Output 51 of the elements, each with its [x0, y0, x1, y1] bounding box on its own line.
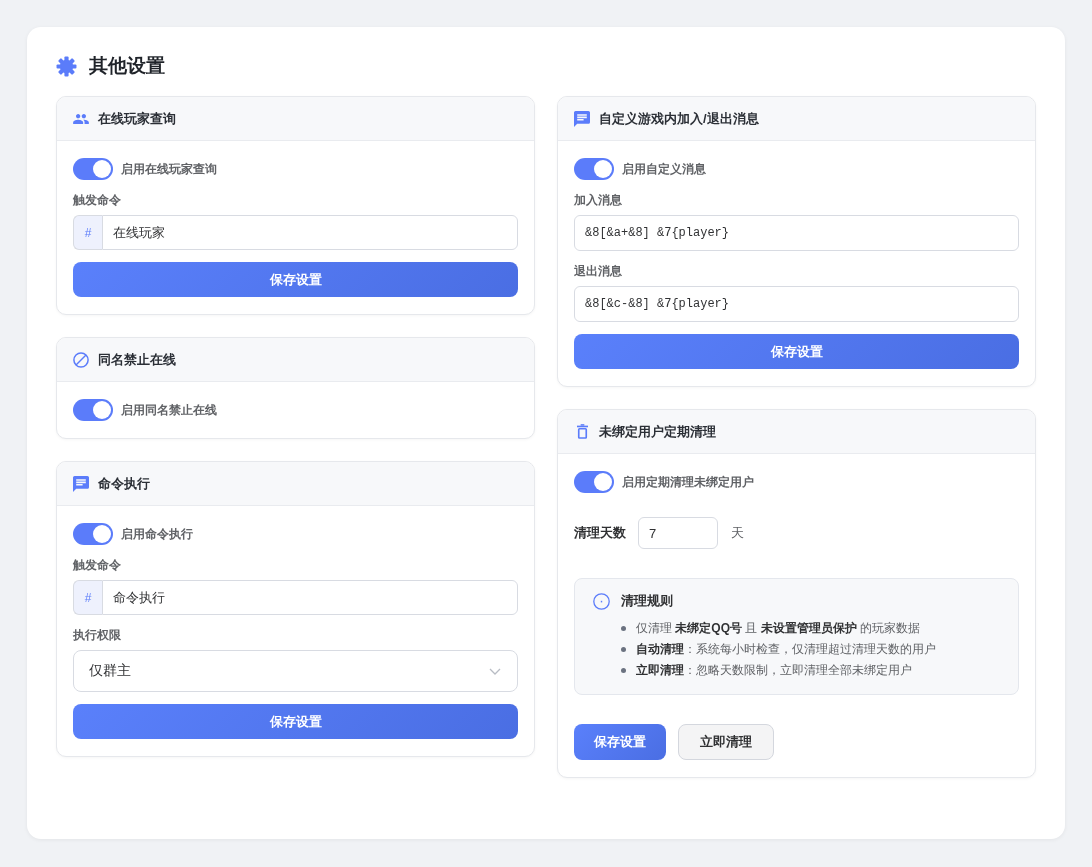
page-title: 其他设置	[89, 54, 165, 78]
panel-title: 在线玩家查询	[98, 109, 176, 128]
save-button[interactable]: 保存设置	[73, 704, 518, 739]
prefix-addon: #	[73, 215, 102, 250]
unit-label: 天	[731, 524, 744, 542]
panel-title: 命令执行	[98, 474, 150, 493]
message-icon	[73, 475, 89, 492]
days-input[interactable]: 7	[638, 517, 718, 549]
bullet-icon	[621, 668, 626, 673]
command-input[interactable]: 命令执行	[102, 580, 518, 615]
field-label: 加入消息	[574, 192, 622, 209]
ban-icon	[73, 351, 89, 368]
gear-icon	[56, 55, 77, 77]
toggle-label: 启用同名禁止在线	[121, 401, 217, 419]
panel-title: 未绑定用户定期清理	[599, 422, 716, 441]
info-icon	[593, 592, 610, 610]
panel-title: 同名禁止在线	[98, 350, 176, 369]
field-label: 执行权限	[73, 627, 121, 644]
people-icon	[73, 113, 89, 124]
field-label: 触发命令	[73, 192, 121, 209]
clear-button[interactable]: 立即清理	[678, 724, 774, 760]
message-icon	[574, 110, 590, 127]
bullet-icon	[621, 647, 626, 652]
toggle-label: 启用自定义消息	[622, 160, 706, 178]
bullet-icon	[621, 626, 626, 631]
save-button[interactable]: 保存设置	[574, 724, 666, 760]
prefix-addon: #	[73, 580, 102, 615]
toggle-label: 启用在线玩家查询	[121, 160, 217, 178]
info-title: 清理规则	[621, 592, 673, 610]
field-label: 清理天数	[574, 524, 626, 542]
toggle-switch[interactable]	[574, 471, 614, 493]
rule-text: 自动清理：系统每小时检查，仅清理超过清理天数的用户	[636, 641, 936, 658]
rule-text: 立即清理：忽略天数限制，立即清理全部未绑定用户	[636, 662, 912, 679]
save-button[interactable]: 保存设置	[73, 262, 518, 297]
save-button[interactable]: 保存设置	[574, 334, 1019, 369]
command-input[interactable]: 在线玩家	[102, 215, 518, 250]
toggle-label: 启用命令执行	[121, 525, 193, 543]
panel-title: 自定义游戏内加入/退出消息	[599, 109, 759, 128]
chevron-down-icon	[489, 667, 501, 675]
toggle-switch[interactable]	[73, 399, 113, 421]
toggle-switch[interactable]	[73, 523, 113, 545]
trash-icon	[577, 424, 588, 439]
toggle-label: 启用定期清理未绑定用户	[622, 473, 754, 491]
toggle-switch[interactable]	[574, 158, 614, 180]
toggle-switch[interactable]	[73, 158, 113, 180]
message-input[interactable]: &8[&c-&8] &7{player}	[574, 286, 1019, 322]
permission-select[interactable]: 仅群主	[73, 650, 518, 692]
message-input[interactable]: &8[&a+&8] &7{player}	[574, 215, 1019, 251]
field-label: 退出消息	[574, 263, 622, 280]
rule-text: 仅清理 未绑定QQ号 且 未设置管理员保护 的玩家数据	[636, 620, 921, 637]
field-label: 触发命令	[73, 557, 121, 574]
